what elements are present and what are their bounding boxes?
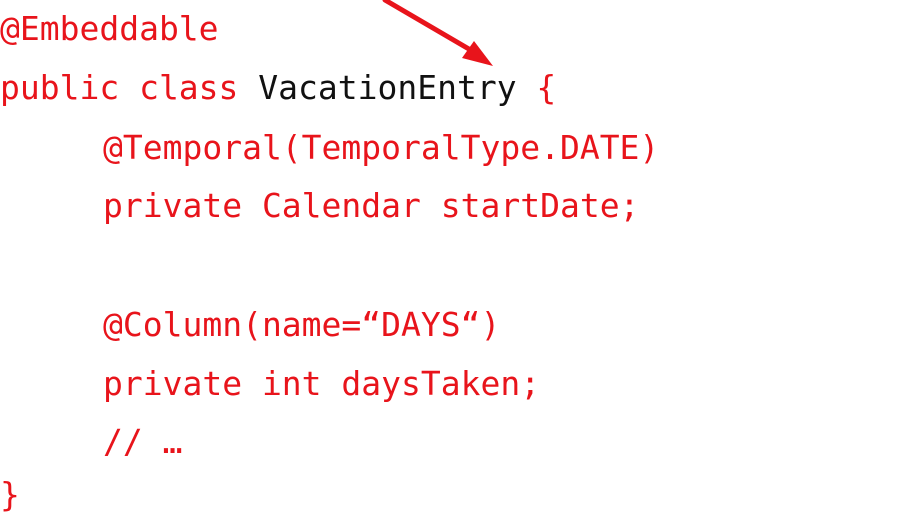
field-days-taken: private int daysTaken; — [103, 364, 541, 403]
closing-brace: } — [0, 475, 20, 514]
field-start-date: private Calendar startDate; — [103, 186, 640, 225]
comment-ellipsis: // … — [103, 422, 183, 461]
class-declaration-brace: { — [516, 68, 557, 107]
annotation-embeddable: @Embeddable — [0, 9, 219, 48]
annotation-column: @Column(name=“DAYS“) — [103, 305, 501, 344]
class-declaration-prefix: public class — [0, 68, 259, 107]
annotation-temporal: @Temporal(TemporalType.DATE) — [103, 128, 660, 167]
class-name: VacationEntry — [258, 68, 517, 107]
class-declaration: public class VacationEntry { — [0, 63, 556, 113]
code-snippet: @Embeddable public class VacationEntry {… — [0, 0, 919, 514]
